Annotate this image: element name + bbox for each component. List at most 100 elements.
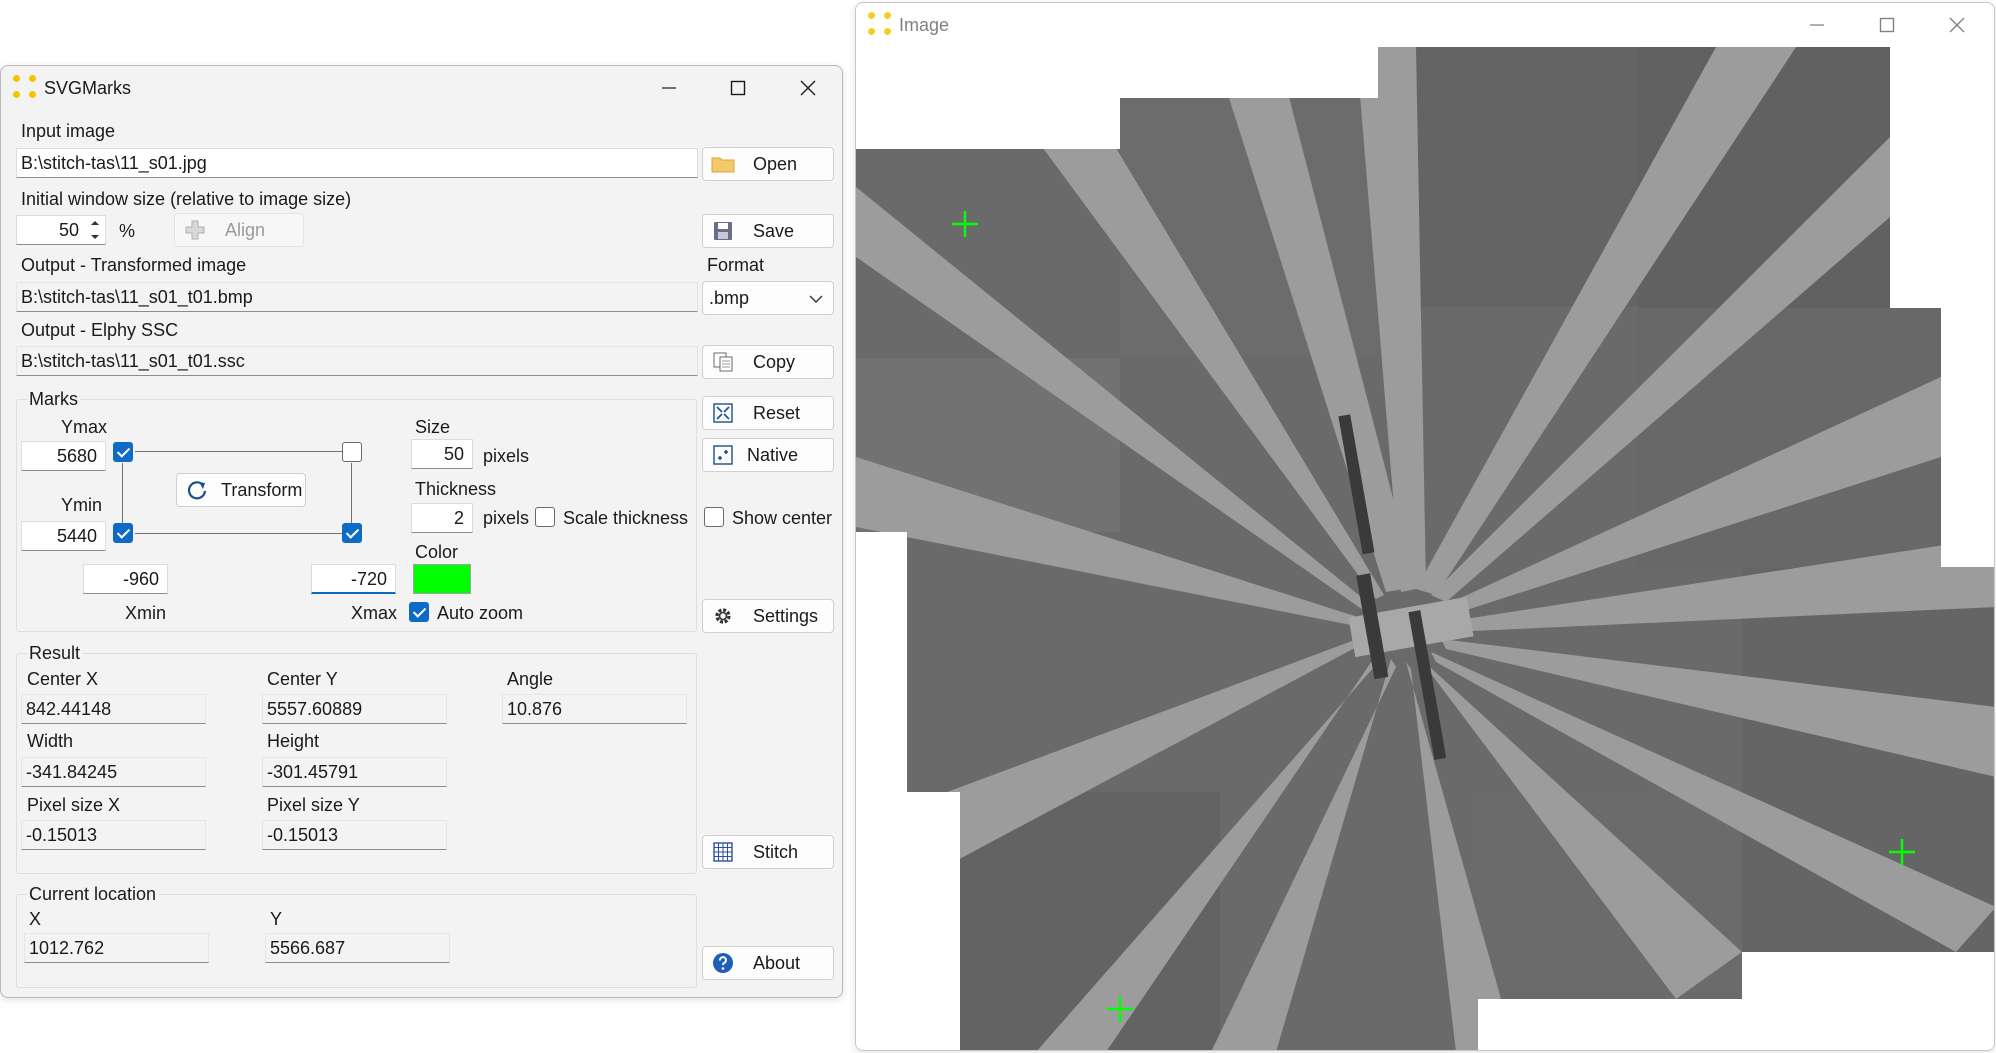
- xmin-input[interactable]: -960: [83, 564, 168, 594]
- stitch-button[interactable]: Stitch: [702, 835, 834, 869]
- format-select[interactable]: .bmp: [702, 281, 834, 315]
- ymax-input[interactable]: 5680: [21, 441, 106, 471]
- window-title: SVGMarks: [44, 78, 132, 98]
- xmax-label: Xmax: [351, 603, 398, 623]
- maximize-icon: [730, 80, 746, 96]
- width-label: Width: [27, 731, 74, 751]
- result-group-label: Result: [27, 643, 83, 664]
- pixel-size-y-label: Pixel size Y: [267, 795, 360, 815]
- image-minimize-button[interactable]: [1782, 3, 1852, 47]
- thickness-unit-label: pixels: [483, 508, 530, 528]
- close-button[interactable]: [773, 66, 843, 110]
- angle-value: 10.876: [502, 694, 687, 724]
- format-select-value: .bmp: [709, 287, 750, 308]
- about-button-label: About: [753, 952, 801, 973]
- about-button[interactable]: About: [702, 946, 834, 980]
- expand-icon: [711, 401, 735, 425]
- corner-bottom-left-checkbox[interactable]: [113, 523, 133, 543]
- save-button[interactable]: Save: [702, 214, 834, 248]
- reset-button[interactable]: Reset: [702, 396, 834, 430]
- corner-bottom-right-checkbox[interactable]: [342, 523, 362, 543]
- location-y-value: 5566.687: [265, 933, 450, 963]
- pixel-size-y-value: -0.15013: [262, 820, 447, 850]
- spin-up-icon: [91, 221, 99, 225]
- transform-button[interactable]: Transform: [176, 473, 306, 507]
- app-icon: [13, 75, 37, 99]
- xmax-input[interactable]: -720: [311, 564, 396, 594]
- location-x-value: 1012.762: [24, 933, 209, 963]
- corner-top-left-checkbox[interactable]: [113, 442, 133, 462]
- image-close-button[interactable]: [1922, 3, 1992, 47]
- size-label: Size: [415, 417, 451, 437]
- native-button[interactable]: Native: [702, 438, 834, 472]
- scale-thickness-checkbox[interactable]: [535, 507, 555, 527]
- image-maximize-button[interactable]: [1852, 3, 1922, 47]
- copy-button[interactable]: Copy: [702, 345, 834, 379]
- spin-down-icon: [91, 235, 99, 239]
- image-app-icon: [868, 12, 892, 36]
- minimize-icon: [662, 87, 676, 89]
- marks-group-label: Marks: [27, 389, 80, 410]
- gear-icon: [711, 604, 735, 628]
- percent-label: %: [119, 221, 136, 241]
- color-label: Color: [415, 542, 459, 562]
- save-icon: [711, 219, 735, 243]
- thickness-input[interactable]: 2: [411, 503, 473, 533]
- window-size-spinner[interactable]: [86, 217, 104, 243]
- open-button[interactable]: Open: [702, 147, 834, 181]
- folder-icon: [711, 152, 735, 176]
- stitched-image-canvas[interactable]: [856, 47, 1995, 1051]
- stitch-button-label: Stitch: [753, 841, 799, 862]
- location-x-label: X: [29, 909, 42, 929]
- image-window-title: Image: [899, 15, 950, 35]
- auto-zoom-label: Auto zoom: [437, 603, 524, 623]
- center-x-label: Center X: [27, 669, 99, 689]
- open-button-label: Open: [753, 153, 798, 174]
- corner-top-right-checkbox[interactable]: [342, 442, 362, 462]
- svgmarks-window: SVGMarks Input image B:\stitch-tas\11_s0…: [0, 65, 843, 998]
- mark-rect-top-edge: [135, 451, 343, 452]
- close-icon: [800, 80, 816, 96]
- image-title-bar[interactable]: Image: [856, 3, 1994, 47]
- size-unit-label: pixels: [483, 446, 530, 466]
- scale-thickness-label: Scale thickness: [563, 508, 689, 528]
- output-ssc-path[interactable]: B:\stitch-tas\11_s01_t01.ssc: [16, 346, 698, 376]
- minimize-button[interactable]: [634, 66, 704, 110]
- color-swatch[interactable]: [413, 564, 471, 594]
- thickness-label: Thickness: [415, 479, 497, 499]
- output-transformed-label: Output - Transformed image: [21, 255, 247, 275]
- reset-button-label: Reset: [753, 402, 801, 423]
- maximize-button[interactable]: [703, 66, 773, 110]
- help-icon: [711, 951, 735, 975]
- show-center-label: Show center: [732, 508, 833, 528]
- copy-icon: [711, 350, 735, 374]
- auto-zoom-checkbox[interactable]: [409, 602, 429, 622]
- output-transformed-path[interactable]: B:\stitch-tas\11_s01_t01.bmp: [16, 282, 698, 312]
- grid-icon: [711, 840, 735, 864]
- native-size-icon: [711, 443, 735, 467]
- ymax-label: Ymax: [61, 417, 108, 437]
- size-input[interactable]: 50: [411, 439, 473, 469]
- minimize-icon: [1810, 24, 1824, 26]
- angle-label: Angle: [507, 669, 554, 689]
- center-x-value: 842.44148: [21, 694, 206, 724]
- align-button[interactable]: Align: [174, 213, 304, 247]
- close-icon: [1949, 17, 1965, 33]
- image-window: Image: [855, 2, 1995, 1051]
- ymin-input[interactable]: 5440: [21, 521, 106, 551]
- show-center-checkbox[interactable]: [704, 507, 724, 527]
- mark-rect-left-edge: [122, 463, 123, 523]
- xmin-label: Xmin: [125, 603, 167, 623]
- initial-window-label: Initial window size (relative to image s…: [21, 189, 352, 209]
- transform-button-label: Transform: [221, 479, 303, 500]
- pixel-size-x-value: -0.15013: [21, 820, 206, 850]
- ymin-label: Ymin: [61, 495, 103, 515]
- input-image-path[interactable]: B:\stitch-tas\11_s01.jpg: [16, 148, 698, 178]
- settings-button[interactable]: Settings: [702, 599, 834, 633]
- native-button-label: Native: [747, 444, 799, 465]
- input-image-label: Input image: [21, 121, 116, 141]
- copy-button-label: Copy: [753, 351, 796, 372]
- align-button-label: Align: [225, 219, 266, 240]
- mark-rect-bottom-edge: [135, 533, 343, 534]
- title-bar[interactable]: SVGMarks: [1, 66, 842, 110]
